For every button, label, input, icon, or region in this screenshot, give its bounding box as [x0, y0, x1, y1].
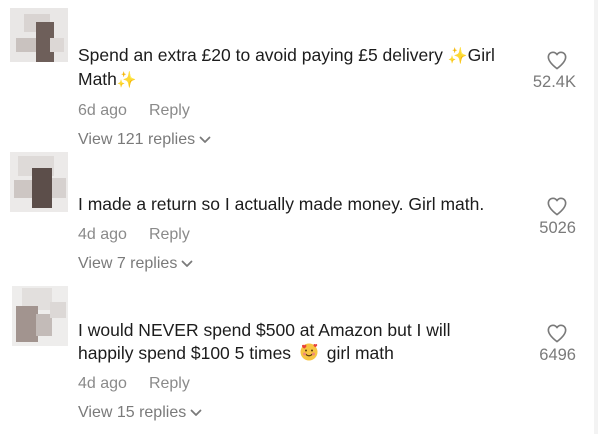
view-replies-label: View 15 replies — [78, 404, 187, 421]
comments-panel: Spend an extra £20 to avoid paying £5 de… — [0, 0, 600, 434]
view-replies-button[interactable]: View 15 replies — [78, 404, 451, 422]
comment-text: I would NEVER spend $500 at Amazon but I… — [78, 320, 451, 363]
view-replies-button[interactable]: View 7 replies — [78, 255, 484, 273]
like-section: 6496 — [506, 323, 576, 365]
reply-button[interactable]: Reply — [149, 375, 190, 392]
like-count: 52.4K — [532, 73, 576, 91]
like-count: 5026 — [539, 219, 576, 237]
comment-time: 4d ago — [78, 226, 127, 243]
avatar[interactable] — [12, 286, 68, 346]
reply-button[interactable]: Reply — [149, 102, 190, 119]
comment-text: I made a return so I actually made money… — [78, 194, 485, 214]
like-count: 6496 — [539, 346, 576, 364]
comment-body: I made a return so I actually made money… — [78, 193, 484, 273]
comment-meta: 4d ago Reply — [78, 226, 484, 244]
heart-icon[interactable] — [546, 50, 568, 70]
reply-button[interactable]: Reply — [149, 226, 190, 243]
sparkles-icon: ✨ — [116, 72, 137, 89]
like-section: 5026 — [506, 196, 576, 238]
sparkles-icon: ✨ — [447, 48, 468, 65]
chevron-down-icon — [199, 136, 211, 143]
avatar[interactable] — [10, 8, 68, 62]
scrollbar[interactable] — [594, 0, 598, 434]
heart-icon[interactable] — [546, 323, 568, 343]
avatar[interactable] — [10, 152, 68, 212]
comment-meta: 6d ago Reply — [78, 102, 495, 120]
comment-body: I would NEVER spend $500 at Amazon but I… — [78, 319, 451, 422]
smiling-face-with-hearts-icon — [300, 343, 318, 361]
comment-time: 4d ago — [78, 375, 127, 392]
comment-meta: 4d ago Reply — [78, 375, 451, 393]
like-section: 52.4K — [506, 50, 576, 92]
view-replies-label: View 7 replies — [78, 255, 178, 272]
comment-text: Spend an extra £20 to avoid paying £5 de… — [78, 44, 495, 92]
comment-body: Spend an extra £20 to avoid paying £5 de… — [78, 44, 495, 149]
chevron-down-icon — [181, 260, 193, 267]
heart-icon[interactable] — [546, 196, 568, 216]
view-replies-button[interactable]: View 121 replies — [78, 131, 495, 149]
view-replies-label: View 121 replies — [78, 131, 196, 148]
comment-time: 6d ago — [78, 102, 127, 119]
chevron-down-icon — [190, 409, 202, 416]
